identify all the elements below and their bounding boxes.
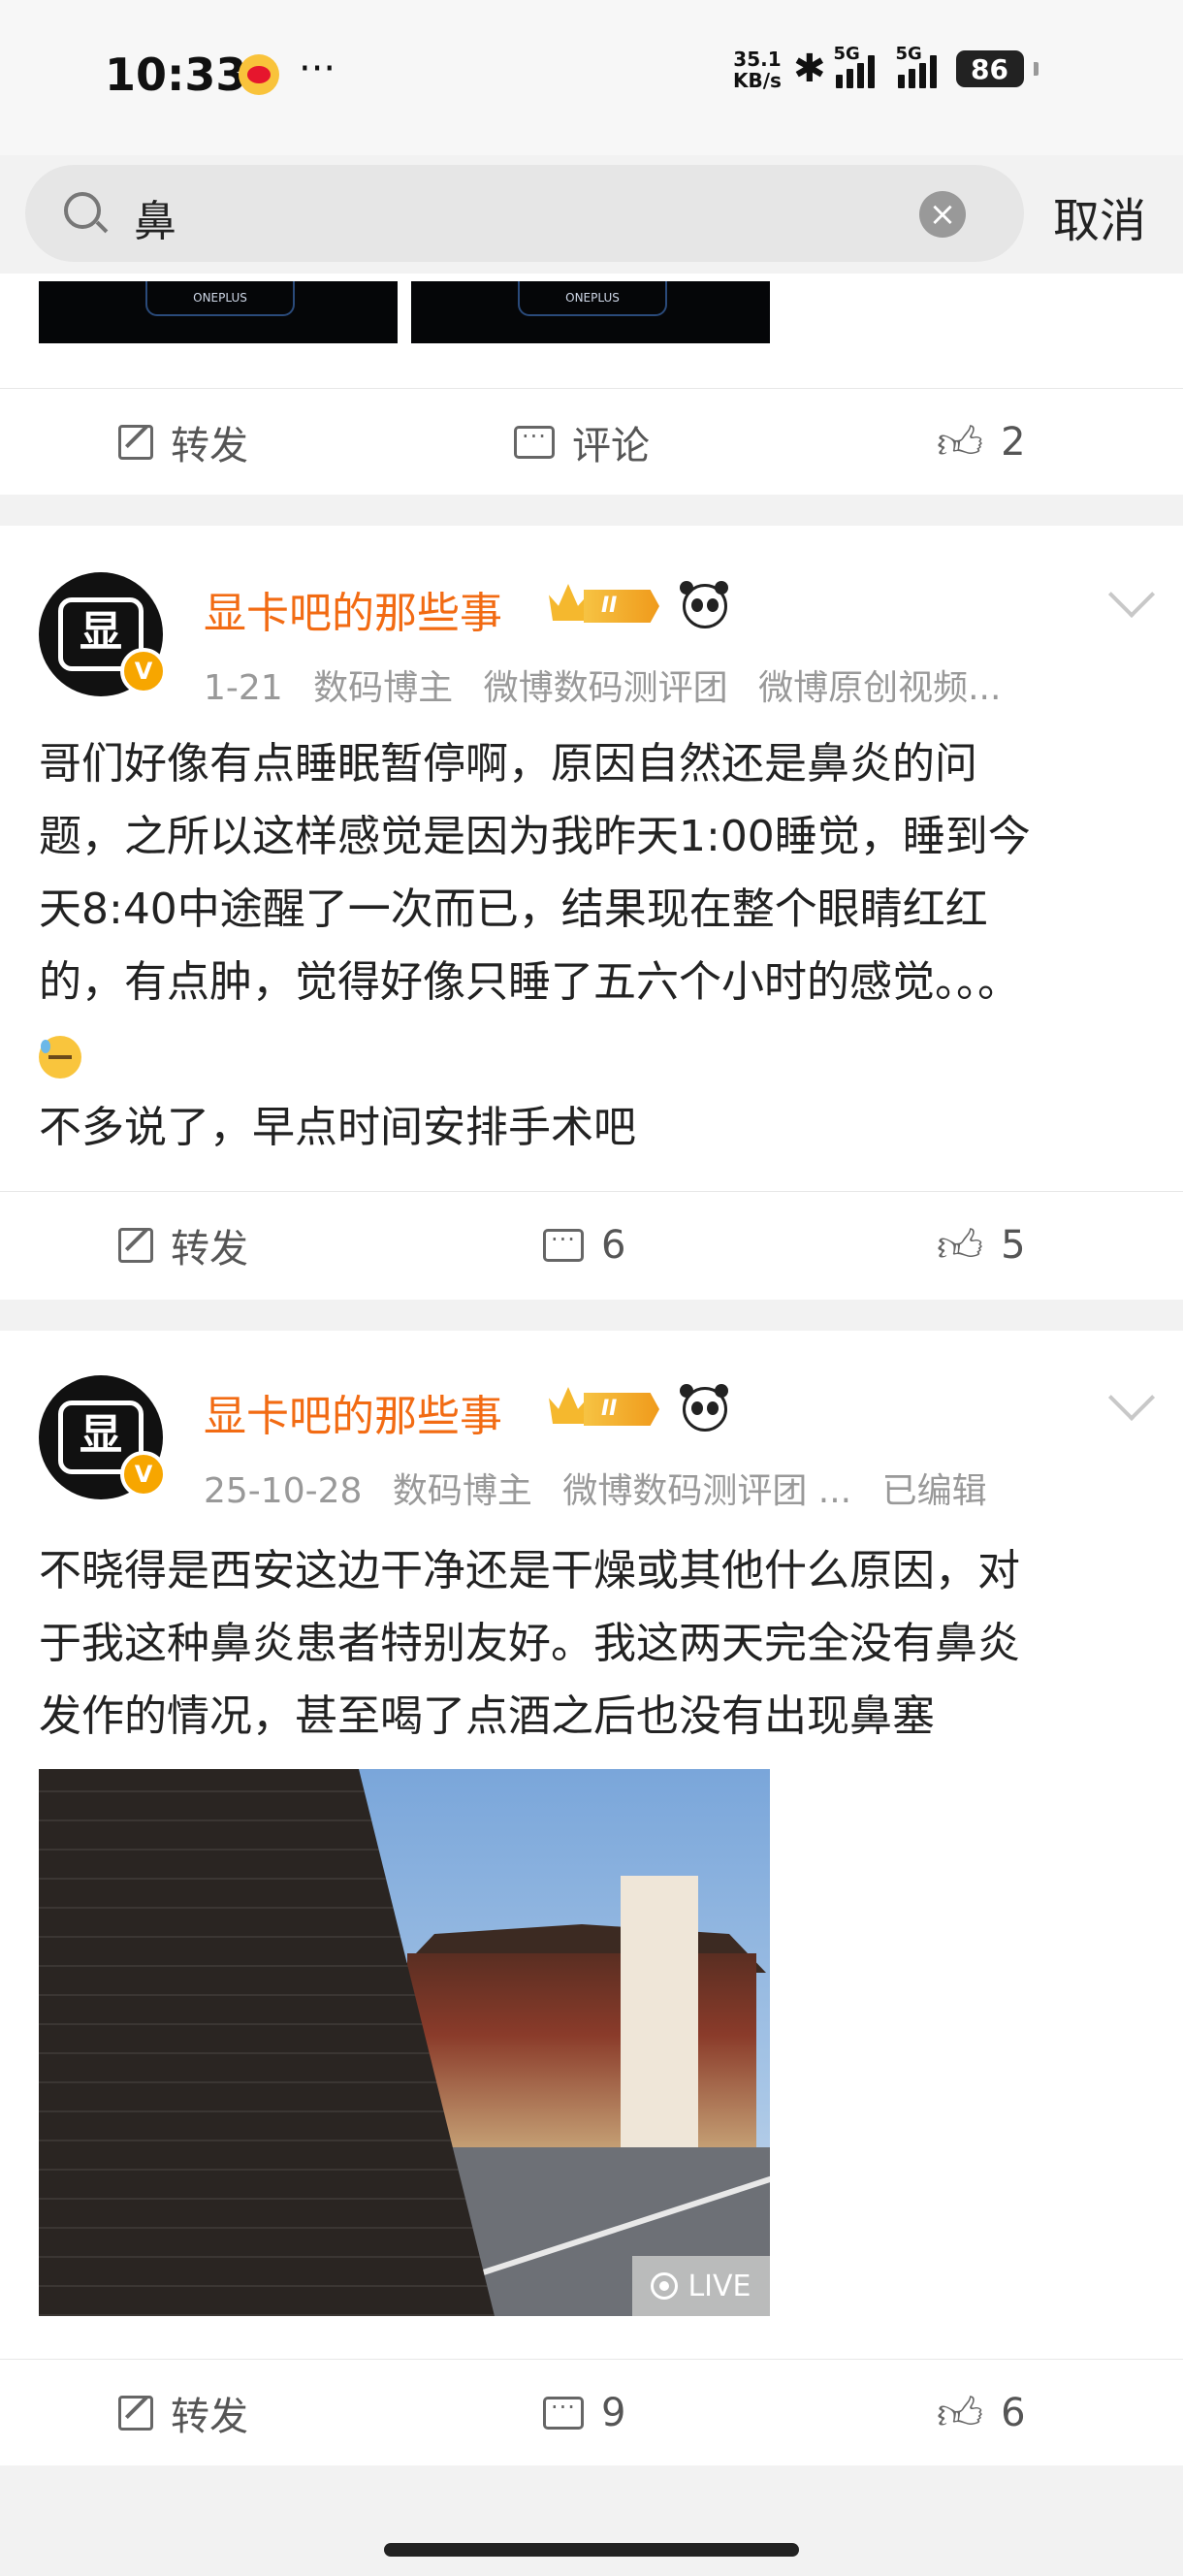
post-text-line — [39, 1018, 1154, 1091]
live-photo-badge[interactable]: LIVE — [632, 2256, 770, 2316]
member-level-badge[interactable]: II — [549, 1385, 663, 1428]
clock: 10:33 — [105, 48, 247, 101]
post-image[interactable]: ONEPLUS — [411, 281, 770, 343]
signal-icon-sim2: 5G — [896, 44, 937, 88]
panda-icon — [680, 1384, 727, 1432]
post-meta: 25-10-28 数码博主 微博数码测评团 ... 已编辑 — [204, 1463, 1007, 1513]
user-tag[interactable]: 微博数码测评团 — [484, 668, 728, 708]
repost-button[interactable]: 转发 — [118, 2360, 248, 2466]
card-divider — [0, 1300, 1183, 1331]
user-tag[interactable]: 微博数码测评团 ... — [562, 1471, 851, 1511]
weibo-icon — [239, 54, 279, 95]
level-label: II — [584, 590, 659, 623]
live-label: LIVE — [687, 2269, 751, 2303]
search-bar[interactable]: 鼻 × — [25, 165, 1024, 262]
network-speed: 35.1 KB/s — [733, 48, 782, 91]
post-text-line: 题，之所以这样感觉是因为我昨天1:00睡觉，睡到今 — [39, 812, 1031, 861]
like-button[interactable]: 👍︎ 2 — [937, 389, 1026, 496]
status-icons: ✱ 5G 5G 86 — [793, 44, 1039, 91]
bluetooth-icon: ✱ — [793, 47, 826, 91]
post-photo[interactable]: LIVE — [39, 1769, 770, 2316]
cancel-button[interactable]: 取消 — [1053, 182, 1146, 250]
post-image[interactable]: ONEPLUS — [39, 281, 398, 343]
home-indicator[interactable] — [384, 2543, 799, 2557]
post-text-line: 发作的情况，甚至喝了点酒之后也没有出现鼻塞 — [39, 1691, 935, 1741]
crown-icon — [549, 584, 588, 621]
comment-icon — [543, 1226, 584, 1262]
network-speed-unit: KB/s — [733, 69, 782, 92]
thumb-logo-label: ONEPLUS — [145, 281, 295, 316]
post-text-line: 的，有点肿，觉得好像只睡了五六个小时的感觉。。。 — [39, 957, 1020, 1007]
username[interactable]: 显卡吧的那些事 — [204, 1381, 502, 1443]
search-icon — [64, 192, 101, 229]
card-divider — [0, 495, 1183, 526]
comment-icon — [543, 2394, 584, 2430]
more-notifications-icon: ··· — [299, 47, 336, 91]
repost-label: 转发 — [171, 1227, 248, 1272]
comment-count: 9 — [601, 2391, 626, 2435]
sweat-emoji-icon — [39, 1036, 81, 1079]
level-label: II — [584, 1393, 659, 1426]
comment-button[interactable]: 9 — [543, 2360, 625, 2466]
like-count: 2 — [1001, 420, 1026, 465]
post-action-bar: 转发 6 👍︎ 5 — [0, 1191, 1183, 1299]
user-tag[interactable]: 微博原创视频... — [758, 668, 1001, 708]
battery-icon: 86 — [955, 50, 1024, 87]
repost-button[interactable]: 转发 — [118, 1192, 248, 1299]
sim2-label: 5G — [895, 44, 922, 64]
live-photo-icon — [651, 2272, 679, 2300]
thumb-logo-label: ONEPLUS — [518, 281, 667, 316]
comment-icon — [514, 423, 555, 459]
user-tag[interactable]: 数码博主 — [313, 668, 453, 708]
username[interactable]: 显卡吧的那些事 — [204, 578, 502, 640]
post-meta: 1-21 数码博主 微博数码测评团 微博原创视频... — [204, 660, 1020, 710]
sim1-label: 5G — [833, 44, 860, 64]
repost-icon — [118, 2396, 153, 2431]
verified-badge-icon: V — [120, 1451, 167, 1497]
user-tag[interactable]: 数码博主 — [393, 1471, 532, 1511]
thumbs-up-icon: 👍︎ — [937, 416, 984, 468]
like-count: 5 — [1001, 1223, 1026, 1268]
thumbs-up-icon: 👍︎ — [937, 1219, 984, 1272]
signal-icon-sim1: 5G — [834, 44, 875, 88]
post-text-line: 不多说了，早点时间安排手术吧 — [39, 1103, 636, 1152]
card-divider — [0, 2467, 1183, 2576]
search-input[interactable]: 鼻 — [134, 186, 176, 248]
post-time: 25-10-28 — [204, 1471, 363, 1511]
comment-button[interactable]: 评论 — [514, 389, 650, 496]
repost-icon — [118, 1228, 153, 1263]
status-bar: 10:33 ··· 35.1 KB/s ✱ 5G 5G 86 — [0, 0, 1183, 155]
battery-tip — [1033, 62, 1039, 76]
like-button[interactable]: 👍︎ 5 — [937, 1192, 1026, 1299]
verified-badge-icon: V — [120, 648, 167, 694]
post-time: 1-21 — [204, 668, 283, 708]
comment-button[interactable]: 6 — [543, 1192, 625, 1299]
post-text-line: 天8:40中途醒了一次而已，结果现在整个眼睛红红 — [39, 885, 988, 934]
panda-icon — [680, 581, 727, 628]
clear-icon[interactable]: × — [919, 191, 966, 238]
thumbs-up-icon: 👍︎ — [937, 2387, 984, 2439]
post-action-bar: 转发 9 👍︎ 6 — [0, 2359, 1183, 2466]
post-text-line: 哥们好像有点睡眠暂停啊，原因自然还是鼻炎的问 — [39, 739, 977, 789]
repost-label: 转发 — [171, 2395, 248, 2439]
edited-label: 已编辑 — [881, 1471, 987, 1511]
post-text[interactable]: 不晓得是西安这边干净还是干燥或其他什么原因，对 于我这种鼻炎患者特别友好。我这两… — [39, 1534, 1154, 1753]
like-button[interactable]: 👍︎ 6 — [937, 2360, 1026, 2466]
post-text-line: 于我这种鼻炎患者特别友好。我这两天完全没有鼻炎 — [39, 1619, 1020, 1668]
post-text[interactable]: 哥们好像有点睡眠暂停啊，原因自然还是鼻炎的问 题，之所以这样感觉是因为我昨天1:… — [39, 727, 1154, 1164]
crown-icon — [549, 1387, 588, 1424]
like-count: 6 — [1001, 2391, 1026, 2435]
repost-icon — [118, 425, 153, 460]
member-level-badge[interactable]: II — [549, 582, 663, 625]
network-speed-value: 35.1 — [733, 48, 782, 71]
post-action-bar: 转发 评论 👍︎ 2 — [0, 388, 1183, 496]
comment-label: 评论 — [572, 424, 650, 468]
comment-count: 6 — [601, 1223, 626, 1268]
post-images: ONEPLUS ONEPLUS — [39, 281, 770, 343]
post-text-line: 不晓得是西安这边干净还是干燥或其他什么原因，对 — [39, 1546, 1020, 1595]
repost-button[interactable]: 转发 — [118, 389, 248, 496]
repost-label: 转发 — [171, 424, 248, 468]
